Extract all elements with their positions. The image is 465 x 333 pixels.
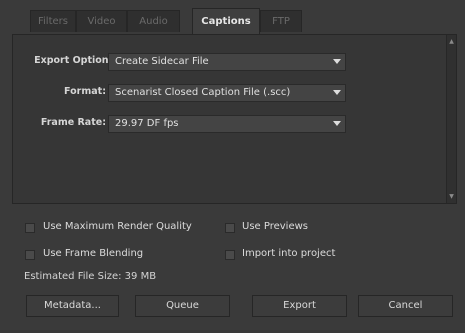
- format-label: Format:: [64, 86, 106, 97]
- chevron-down-icon: [333, 90, 341, 95]
- chevron-down-icon: [333, 59, 341, 64]
- export-options-value: Create Sidecar File: [115, 56, 209, 67]
- scroll-down-icon[interactable]: ▼: [448, 193, 455, 200]
- frame-rate-select[interactable]: 29.97 DF fps: [108, 115, 346, 133]
- tab-filters[interactable]: Filters: [30, 10, 76, 32]
- export-options-label: Export Options:: [34, 55, 118, 66]
- export-options-row: Export Options:: [13, 53, 118, 71]
- max-render-quality-label: Use Maximum Render Quality: [43, 221, 192, 232]
- import-into-project-checkbox[interactable]: [225, 250, 235, 260]
- frame-blending-checkbox[interactable]: [25, 250, 35, 260]
- frame-rate-label: Frame Rate:: [40, 117, 106, 128]
- frame-rate-row: Frame Rate:: [13, 115, 106, 133]
- import-into-project-label: Import into project: [242, 248, 336, 259]
- panel-scrollbar[interactable]: ▲ ▼: [446, 35, 456, 203]
- queue-button[interactable]: Queue: [135, 295, 230, 317]
- use-previews-checkbox[interactable]: [225, 223, 235, 233]
- format-row: Format:: [13, 84, 106, 102]
- tab-ftp[interactable]: FTP: [260, 10, 302, 32]
- max-render-quality-checkbox[interactable]: [25, 223, 35, 233]
- metadata-button[interactable]: Metadata...: [26, 295, 119, 317]
- format-value: Scenarist Closed Caption File (.scc): [115, 87, 291, 98]
- use-previews-label: Use Previews: [242, 221, 308, 232]
- format-select[interactable]: Scenarist Closed Caption File (.scc): [108, 84, 346, 102]
- scroll-up-icon[interactable]: ▲: [448, 38, 455, 45]
- tab-captions[interactable]: Captions: [192, 8, 260, 34]
- estimated-file-size: Estimated File Size: 39 MB: [24, 271, 157, 282]
- export-button[interactable]: Export: [252, 295, 347, 317]
- chevron-down-icon: [333, 121, 341, 126]
- captions-panel: Export Options: Create Sidecar File Form…: [12, 34, 457, 204]
- export-options-select[interactable]: Create Sidecar File: [108, 53, 346, 71]
- frame-rate-value: 29.97 DF fps: [115, 118, 179, 129]
- tab-bar: Filters Video Audio Captions FTP: [0, 0, 465, 36]
- tab-video[interactable]: Video: [76, 10, 127, 32]
- frame-blending-label: Use Frame Blending: [43, 248, 144, 259]
- cancel-button[interactable]: Cancel: [358, 295, 453, 317]
- tab-audio[interactable]: Audio: [127, 10, 180, 32]
